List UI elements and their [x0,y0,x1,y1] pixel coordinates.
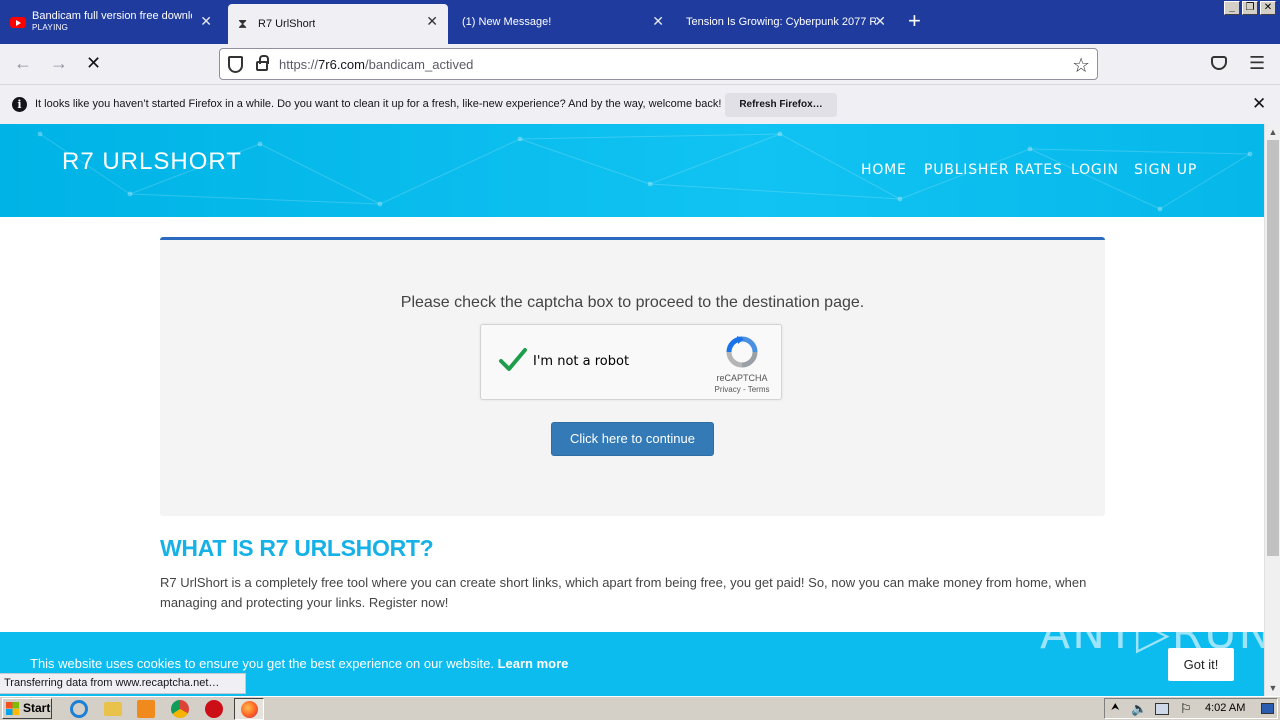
captcha-prompt: Please check the captcha box to proceed … [400,294,865,311]
pocket-icon[interactable] [1211,56,1227,70]
folder-icon[interactable] [104,702,122,716]
bookmark-star-icon[interactable]: ☆ [1072,53,1090,78]
start-button[interactable]: Start [2,698,52,719]
recaptcha-logo-icon [726,336,758,368]
address-bar[interactable]: https://7r6.com/bandicam_actived ☆ [219,48,1098,80]
cookie-text: This website uses cookies to ensure you … [30,656,569,671]
nav-home-link[interactable]: HOME [861,162,907,178]
clock[interactable]: 4:02 AM [1205,702,1245,714]
checkmark-icon[interactable] [498,345,528,375]
about-heading: WHAT IS R7 URLSHORT? [160,535,434,561]
system-tray: ⮝ 🔈 ⚐ 4:02 AM [1104,698,1278,719]
anyrun-watermark: ANY▷RUN [1040,608,1264,659]
back-arrow-icon[interactable]: ← [14,54,32,72]
nav-signup-link[interactable]: SIGN UP [1134,162,1197,178]
windows-taskbar: Start ⮝ 🔈 ⚐ 4:02 AM [0,696,1280,720]
recaptcha-brand: reCAPTCHA [716,373,768,383]
nav-login[interactable]: LOGIN [1071,162,1119,178]
url-text[interactable]: https://7r6.com/bandicam_actived [279,57,473,72]
stop-loading-icon[interactable]: ✕ [86,54,101,72]
close-tab-icon[interactable]: ✕ [652,14,664,28]
firefox-icon [241,701,258,718]
nav-login-link[interactable]: LOGIN [1071,162,1119,178]
tab-title: (1) New Message! [462,16,552,28]
close-tab-icon[interactable]: ✕ [874,14,886,28]
action-center-flag-icon[interactable]: ⚐ [1180,701,1192,717]
about-paragraph: R7 UrlShort is a completely free tool wh… [160,575,1087,610]
scroll-down-arrow-icon[interactable]: ▼ [1265,680,1280,696]
lock-icon[interactable] [256,55,269,71]
tray-expand-icon[interactable]: ⮝ [1111,702,1120,713]
site-logo[interactable]: R7 URLSHORT [62,148,242,176]
close-tab-icon[interactable]: ✕ [426,14,438,28]
continue-button[interactable]: Click here to continue [551,422,714,456]
tab-title: Bandicam full version free download [32,10,192,22]
learn-more-link[interactable]: Learn more [498,656,569,671]
restore-icon[interactable]: ❐ [1242,1,1258,15]
captcha-card: Please check the captcha box to proceed … [160,237,1105,516]
refresh-firefox-button[interactable]: Refresh Firefox… [725,93,837,117]
forward-arrow-icon[interactable]: → [50,54,68,72]
hourglass-icon: ⧗ [238,16,248,31]
tab-bandicam[interactable]: Bandicam full version free download PLAY… [0,0,222,44]
chrome-icon[interactable] [171,700,189,718]
recaptcha-privacy-terms[interactable]: Privacy - Terms [703,385,781,394]
not-a-robot-label: I'm not a robot [533,354,630,369]
nav-publisher-rates[interactable]: PUBLISHER RATES [924,162,1063,178]
tab-r7-urlshort[interactable]: ⧗ R7 UrlShort ✕ [228,4,448,44]
tab-title: Tension Is Growing: Cyberpunk 2077 R... [686,16,876,28]
media-player-icon[interactable] [137,700,155,718]
nav-signup[interactable]: SIGN UP [1134,162,1197,178]
vertical-scrollbar[interactable]: ▲ ▼ [1264,124,1280,696]
navigation-toolbar: ← → ✕ https://7r6.com/bandicam_actived ☆… [0,44,1280,84]
window-controls: _ ❐ ✕ [1224,1,1276,15]
site-header: R7 URLSHORT HOME PUBLISHER RATES LOGIN S… [0,124,1264,217]
firefox-task-button[interactable] [234,698,264,720]
notification-text: It looks like you haven’t started Firefo… [35,98,722,110]
network-icon[interactable] [1155,703,1169,715]
close-notification-icon[interactable]: ✕ [1252,94,1266,114]
tracking-shield-icon[interactable] [228,56,243,73]
tab-cyberpunk[interactable]: Tension Is Growing: Cyberpunk 2077 R... … [676,0,896,44]
hamburger-menu-icon[interactable]: ☰ [1249,53,1265,74]
page-viewport: R7 URLSHORT HOME PUBLISHER RATES LOGIN S… [0,124,1264,696]
internet-explorer-icon[interactable] [70,700,88,718]
close-tab-icon[interactable]: ✕ [200,14,212,28]
youtube-icon [10,16,26,28]
scroll-up-arrow-icon[interactable]: ▲ [1265,124,1280,140]
notification-bar: i It looks like you haven’t started Fire… [0,84,1280,124]
new-tab-plus-icon[interactable]: + [908,10,921,32]
close-window-icon[interactable]: ✕ [1260,1,1276,15]
tab-strip: Bandicam full version free download PLAY… [0,0,1280,44]
recaptcha-widget[interactable]: I'm not a robot reCAPTCHA Privacy - Term… [480,324,782,400]
opera-icon[interactable] [205,700,223,718]
tab-title: R7 UrlShort [258,18,316,30]
speaker-icon[interactable]: 🔈 [1131,701,1147,717]
tab-playing-label: PLAYING [32,23,69,32]
nav-rates-link[interactable]: PUBLISHER RATES [924,162,1063,178]
tab-new-message[interactable]: (1) New Message! ✕ [452,0,674,44]
show-desktop-icon[interactable] [1261,703,1274,714]
status-bar: Transferring data from www.recaptcha.net… [0,673,246,694]
scroll-thumb[interactable] [1267,140,1279,556]
minimize-icon[interactable]: _ [1224,1,1240,15]
info-icon: i [12,97,27,112]
nav-home[interactable]: HOME [861,162,907,178]
